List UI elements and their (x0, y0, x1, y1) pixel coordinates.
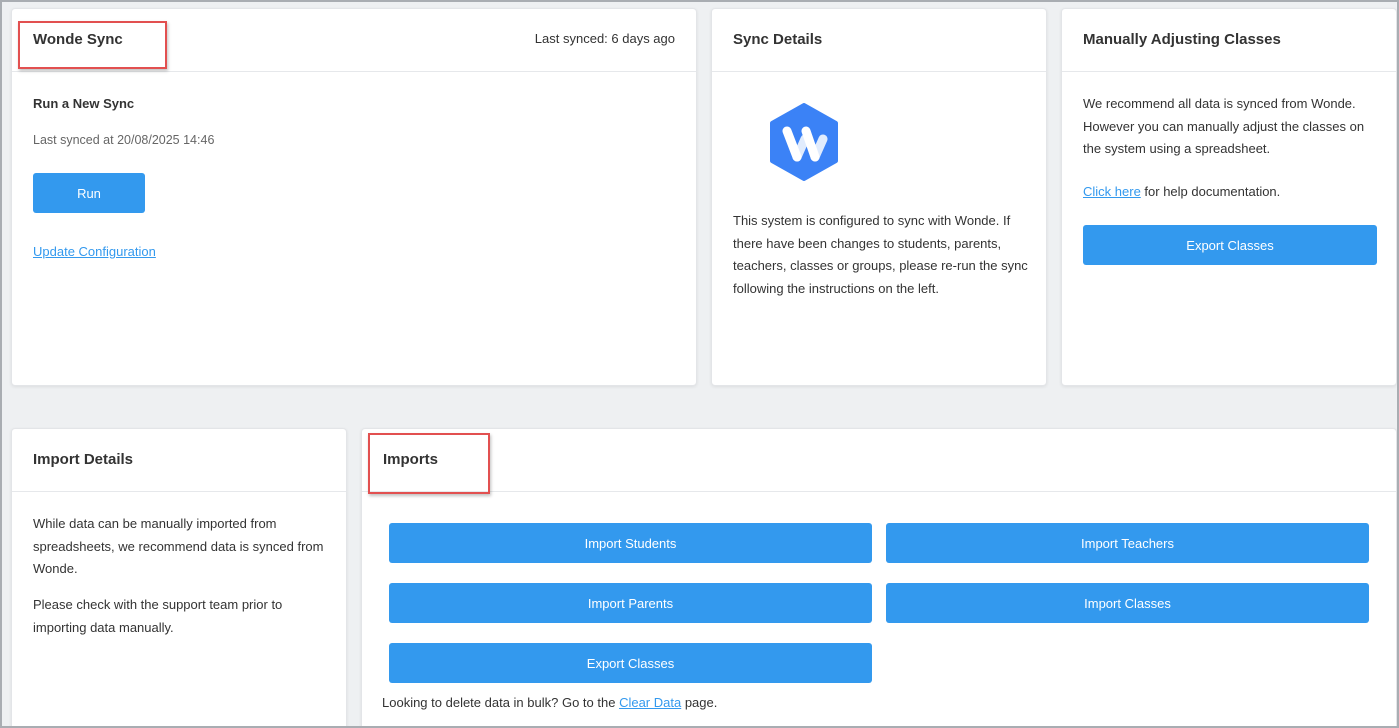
sync-details-card: Sync Details This system is configured t… (711, 8, 1047, 386)
wonde-logo-icon (770, 103, 838, 181)
last-synced-at: Last synced at 20/08/2025 14:46 (33, 133, 215, 147)
import-parents-button[interactable]: Import Parents (389, 583, 872, 623)
imports-title: Imports (383, 451, 439, 468)
manual-classes-header: Manually Adjusting Classes (1062, 9, 1396, 72)
import-details-para1: While data can be manually imported from… (33, 516, 324, 576)
import-students-button[interactable]: Import Students (389, 523, 872, 563)
import-classes-button[interactable]: Import Classes (886, 583, 1369, 623)
sync-details-title: Sync Details (733, 31, 823, 48)
clear-data-suffix: page. (681, 695, 718, 710)
clear-data-prefix: Looking to delete data in bulk? Go to th… (382, 695, 620, 710)
help-documentation-suffix: for help documentation. (1140, 184, 1281, 199)
manual-classes-card: Manually Adjusting Classes We recommend … (1061, 8, 1397, 386)
update-configuration-link[interactable]: Update Configuration (33, 244, 156, 259)
imports-card: Imports Import Students Import Teachers … (361, 428, 1397, 728)
wonde-sync-title: Wonde Sync (33, 31, 123, 48)
manual-classes-title: Manually Adjusting Classes (1083, 31, 1281, 48)
click-here-link[interactable]: Click here (1083, 184, 1141, 199)
update-configuration-link-wrap: Update Configuration (33, 241, 156, 264)
import-details-title: Import Details (33, 451, 134, 468)
export-classes-button-top[interactable]: Export Classes (1083, 225, 1377, 265)
import-teachers-button[interactable]: Import Teachers (886, 523, 1369, 563)
clear-data-footer: Looking to delete data in bulk? Go to th… (382, 692, 717, 715)
sync-details-description: This system is configured to sync with W… (733, 213, 1028, 296)
import-details-header: Import Details (12, 429, 346, 492)
run-button[interactable]: Run (33, 173, 145, 213)
imports-header: Imports (362, 429, 1396, 492)
help-documentation-line: Click here for help documentation. (1083, 181, 1383, 204)
wonde-sync-header: Wonde Sync Last synced: 6 days ago (12, 9, 696, 72)
import-details-card: Import Details While data can be manuall… (11, 428, 347, 728)
run-new-sync-heading: Run a New Sync (33, 96, 135, 111)
manual-classes-description: We recommend all data is synced from Won… (1083, 96, 1365, 156)
wonde-sync-card: Wonde Sync Last synced: 6 days ago Run a… (11, 8, 697, 386)
import-details-para2: Please check with the support team prior… (33, 597, 283, 635)
sync-details-header: Sync Details (712, 9, 1046, 72)
last-synced-relative: Last synced: 6 days ago (534, 31, 675, 46)
clear-data-link[interactable]: Clear Data (619, 695, 681, 710)
export-classes-button-bottom[interactable]: Export Classes (389, 643, 872, 683)
